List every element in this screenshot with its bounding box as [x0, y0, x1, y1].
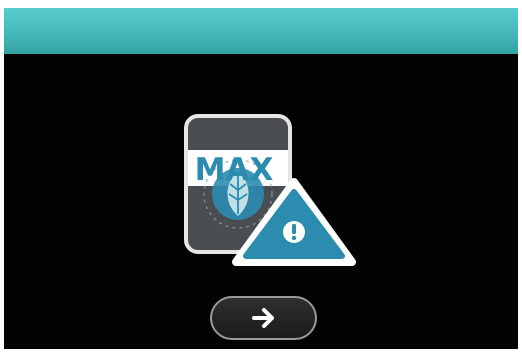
arrow-right-icon — [251, 308, 274, 328]
next-button[interactable] — [210, 296, 317, 340]
filter-icon: MAX — [184, 114, 356, 266]
header-bar — [4, 8, 518, 54]
max-label: MAX — [195, 152, 274, 188]
filter-max-warning-icon: MAX — [182, 112, 356, 266]
device-screen: MAX — [4, 8, 518, 349]
device-frame: MAX — [0, 0, 522, 353]
